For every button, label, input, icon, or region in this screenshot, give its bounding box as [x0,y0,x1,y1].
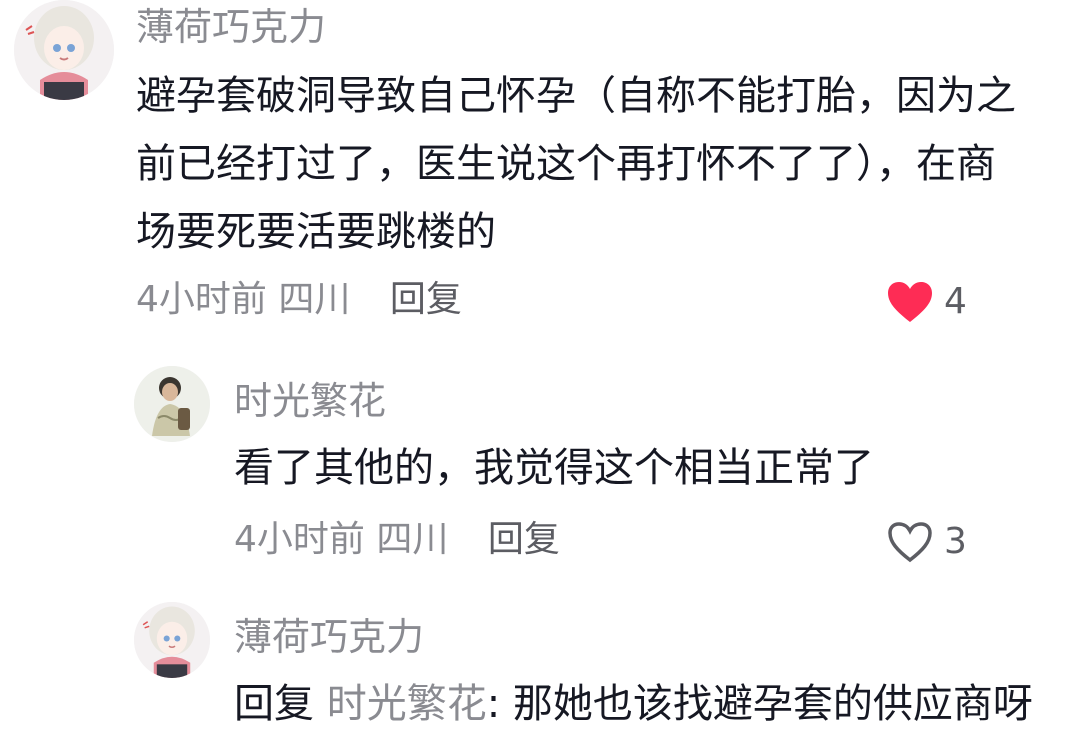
like-button[interactable]: 4 [886,280,967,324]
comment-text-line: 避孕套破洞导致自己怀孕（自称不能打胎，因为之 [136,73,1016,119]
reply-button[interactable]: 回复 [488,519,560,560]
heart-filled-icon [888,282,932,322]
reply-button[interactable]: 回复 [390,279,462,320]
comment-text: 看了其他的，我觉得这个相当正常了 [234,434,874,502]
anime-girl-avatar-icon [134,602,210,678]
comment-meta: 4小时前 四川 回复 [136,282,462,318]
comment-text: 回复 时光繁花: 那她也该找避孕套的供应商呀 [234,670,1033,738]
mention-link[interactable]: 时光繁花 [327,681,487,727]
anime-girl-avatar-icon [14,0,114,100]
comment-text-line: 看了其他的，我觉得这个相当正常了 [234,445,874,491]
heart-outline-icon [888,522,932,563]
mention-separator: : [486,681,501,727]
comment-time: 4小时前 [234,519,365,560]
person-photo-avatar-icon [134,366,210,442]
avatar[interactable] [134,602,210,678]
comment-location: 四川 [376,519,449,560]
reply-prefix: 回复 [234,681,314,727]
avatar[interactable] [134,366,210,442]
comment-text-line: 前已经打过了，医生说这个再打怀不了了），在商 [136,141,996,187]
comment-text-line: 那她也该找避孕套的供应商呀 [512,681,1033,727]
comment-time: 4小时前 [136,279,267,320]
comment-location: 四川 [278,279,351,320]
comment-username[interactable]: 时光繁花 [234,382,386,420]
comment-username[interactable]: 薄荷巧克力 [234,618,424,656]
like-count: 4 [944,281,967,322]
avatar[interactable] [14,0,114,100]
like-count: 3 [944,521,967,562]
comment-username[interactable]: 薄荷巧克力 [136,8,326,46]
comment-meta: 4小时前 四川 回复 [234,522,560,558]
comment-text-line: 场要死要活要跳楼的 [136,209,496,255]
like-button[interactable]: 3 [886,520,967,564]
comment-text: 避孕套破洞导致自己怀孕（自称不能打胎，因为之 前已经打过了，医生说这个再打怀不了… [136,62,1016,266]
